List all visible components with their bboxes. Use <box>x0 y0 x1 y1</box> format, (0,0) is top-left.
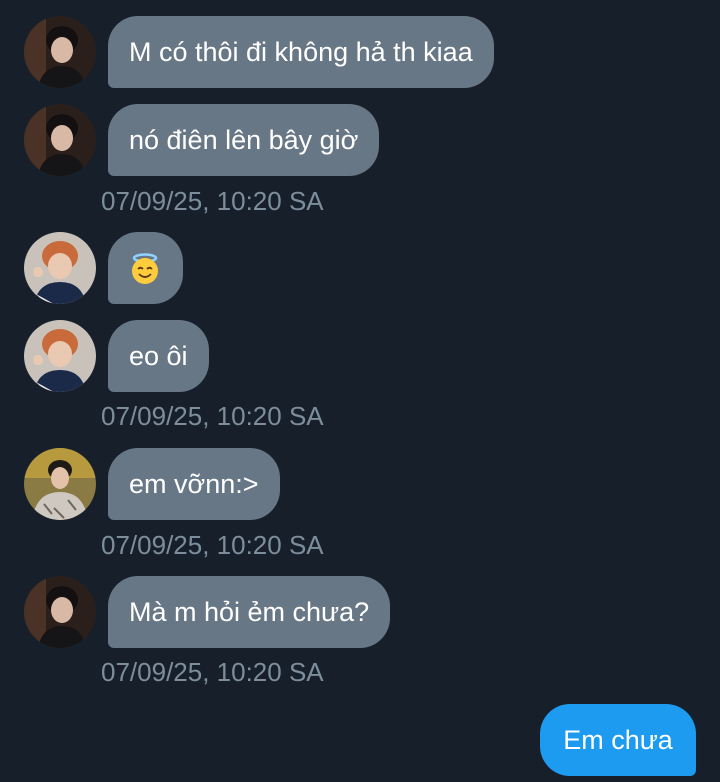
avatar[interactable] <box>24 576 96 648</box>
message-timestamp: 07/09/25, 10:20 SA <box>101 401 324 431</box>
outgoing-message-bubble[interactable]: Em chưa <box>540 704 696 776</box>
avatar-user-a-icon <box>24 16 96 88</box>
message-timestamp: 07/09/25, 10:20 SA <box>101 186 324 216</box>
message-bubble[interactable]: em vỡnn:> <box>108 448 280 520</box>
avatar[interactable] <box>24 104 96 176</box>
message-bubble[interactable]: Mà m hỏi ẻm chưa? <box>108 576 391 648</box>
smiling-face-with-halo-icon <box>132 253 158 284</box>
avatar-user-a-icon <box>24 576 96 648</box>
message-bubble[interactable]: eo ôi <box>108 320 209 392</box>
avatar[interactable] <box>24 232 96 304</box>
avatar[interactable] <box>24 448 96 520</box>
message-bubble[interactable]: M có thôi đi không hả th kiaa <box>108 16 494 88</box>
message-text: Mà m hỏi ẻm chưa? <box>129 597 370 627</box>
message-bubble[interactable] <box>108 232 183 304</box>
avatar[interactable] <box>24 16 96 88</box>
avatar-user-b-icon <box>24 320 96 392</box>
message-text: em vỡnn:> <box>129 469 259 499</box>
message-text: eo ôi <box>129 341 188 371</box>
avatar-user-c-icon <box>24 448 96 520</box>
avatar[interactable] <box>24 320 96 392</box>
message-text: Em chưa <box>563 725 673 755</box>
message-bubble[interactable]: nó điên lên bây giờ <box>108 104 380 176</box>
avatar-user-a-icon <box>24 104 96 176</box>
message-text: nó điên lên bây giờ <box>129 125 359 155</box>
message-text: M có thôi đi không hả th kiaa <box>129 37 473 67</box>
message-timestamp: 07/09/25, 10:20 SA <box>101 530 324 560</box>
avatar-user-b-icon <box>24 232 96 304</box>
message-timestamp: 07/09/25, 10:20 SA <box>101 657 324 687</box>
